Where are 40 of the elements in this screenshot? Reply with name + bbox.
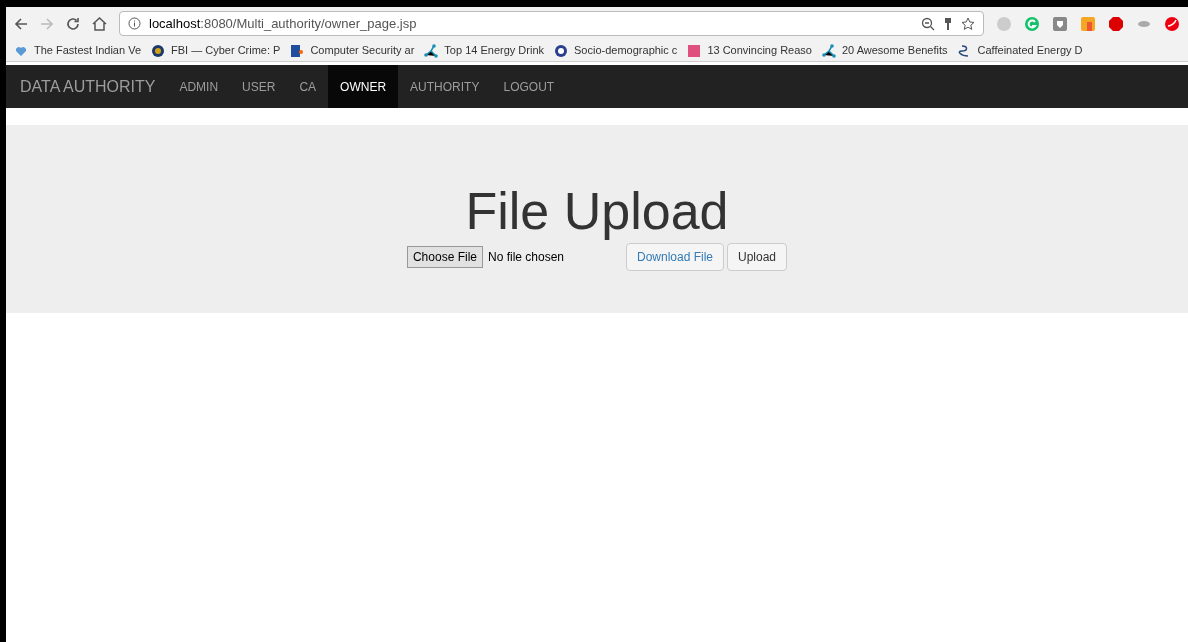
bookmark-item[interactable]: The Fastest Indian Ve xyxy=(14,42,141,59)
download-file-button[interactable]: Download File xyxy=(625,243,724,271)
back-icon[interactable] xyxy=(14,16,28,31)
bookmark-item[interactable]: FBI — Cyber Crime: P xyxy=(151,42,281,59)
address-bar[interactable]: localhost:8080/Multi_authority/owner_page.jsp xyxy=(119,11,984,36)
bookmark-icon xyxy=(151,43,165,58)
zoom-out-icon[interactable] xyxy=(921,16,935,31)
bookmark-icon xyxy=(424,43,439,58)
nav-tab[interactable]: LOGOUT xyxy=(491,65,567,108)
key-icon[interactable] xyxy=(943,16,953,31)
extension-icon[interactable] xyxy=(1080,15,1096,32)
nav-tab[interactable]: USER xyxy=(230,65,288,108)
extension-icon[interactable] xyxy=(1164,15,1180,32)
bookmark-icon xyxy=(554,43,569,58)
adblock-icon[interactable] xyxy=(1108,15,1124,32)
extension-icon[interactable] xyxy=(1052,15,1068,32)
page-title: File Upload xyxy=(465,181,729,241)
choose-file-button[interactable]: Choose File xyxy=(406,246,483,268)
nav-tab[interactable]: CA xyxy=(287,65,329,108)
bookmark-item[interactable]: 20 Awesome Benefits xyxy=(821,42,948,59)
extension-icon[interactable] xyxy=(1024,15,1040,32)
upload-button[interactable]: Upload xyxy=(727,243,788,271)
nav-tab[interactable]: ADMIN xyxy=(167,65,231,108)
bookmark-item[interactable]: Top 14 Energy Drink xyxy=(424,42,545,59)
bookmark-item[interactable]: Socio-demographic c xyxy=(554,42,678,59)
bookmark-item[interactable]: Computer Security ar xyxy=(290,42,415,59)
bookmark-item[interactable]: Caffeinated Energy D xyxy=(957,42,1083,59)
nav-tab[interactable]: OWNER xyxy=(328,65,399,108)
file-status-text: No file chosen xyxy=(487,249,565,266)
brand-link[interactable]: DATA AUTHORITY xyxy=(20,65,168,108)
bookmark-icon xyxy=(687,43,702,58)
bookmark-icon xyxy=(821,43,836,58)
star-icon[interactable] xyxy=(961,16,975,31)
bookmark-icon xyxy=(290,43,305,58)
info-icon xyxy=(128,17,141,30)
home-icon[interactable] xyxy=(92,16,107,31)
reload-icon[interactable] xyxy=(66,16,80,31)
url-text: localhost:8080/Multi_authority/owner_page.jsp xyxy=(149,14,418,33)
bookmark-item[interactable]: 13 Convincing Reaso xyxy=(687,42,812,59)
nav-tab[interactable]: AUTHORITY xyxy=(398,65,492,108)
